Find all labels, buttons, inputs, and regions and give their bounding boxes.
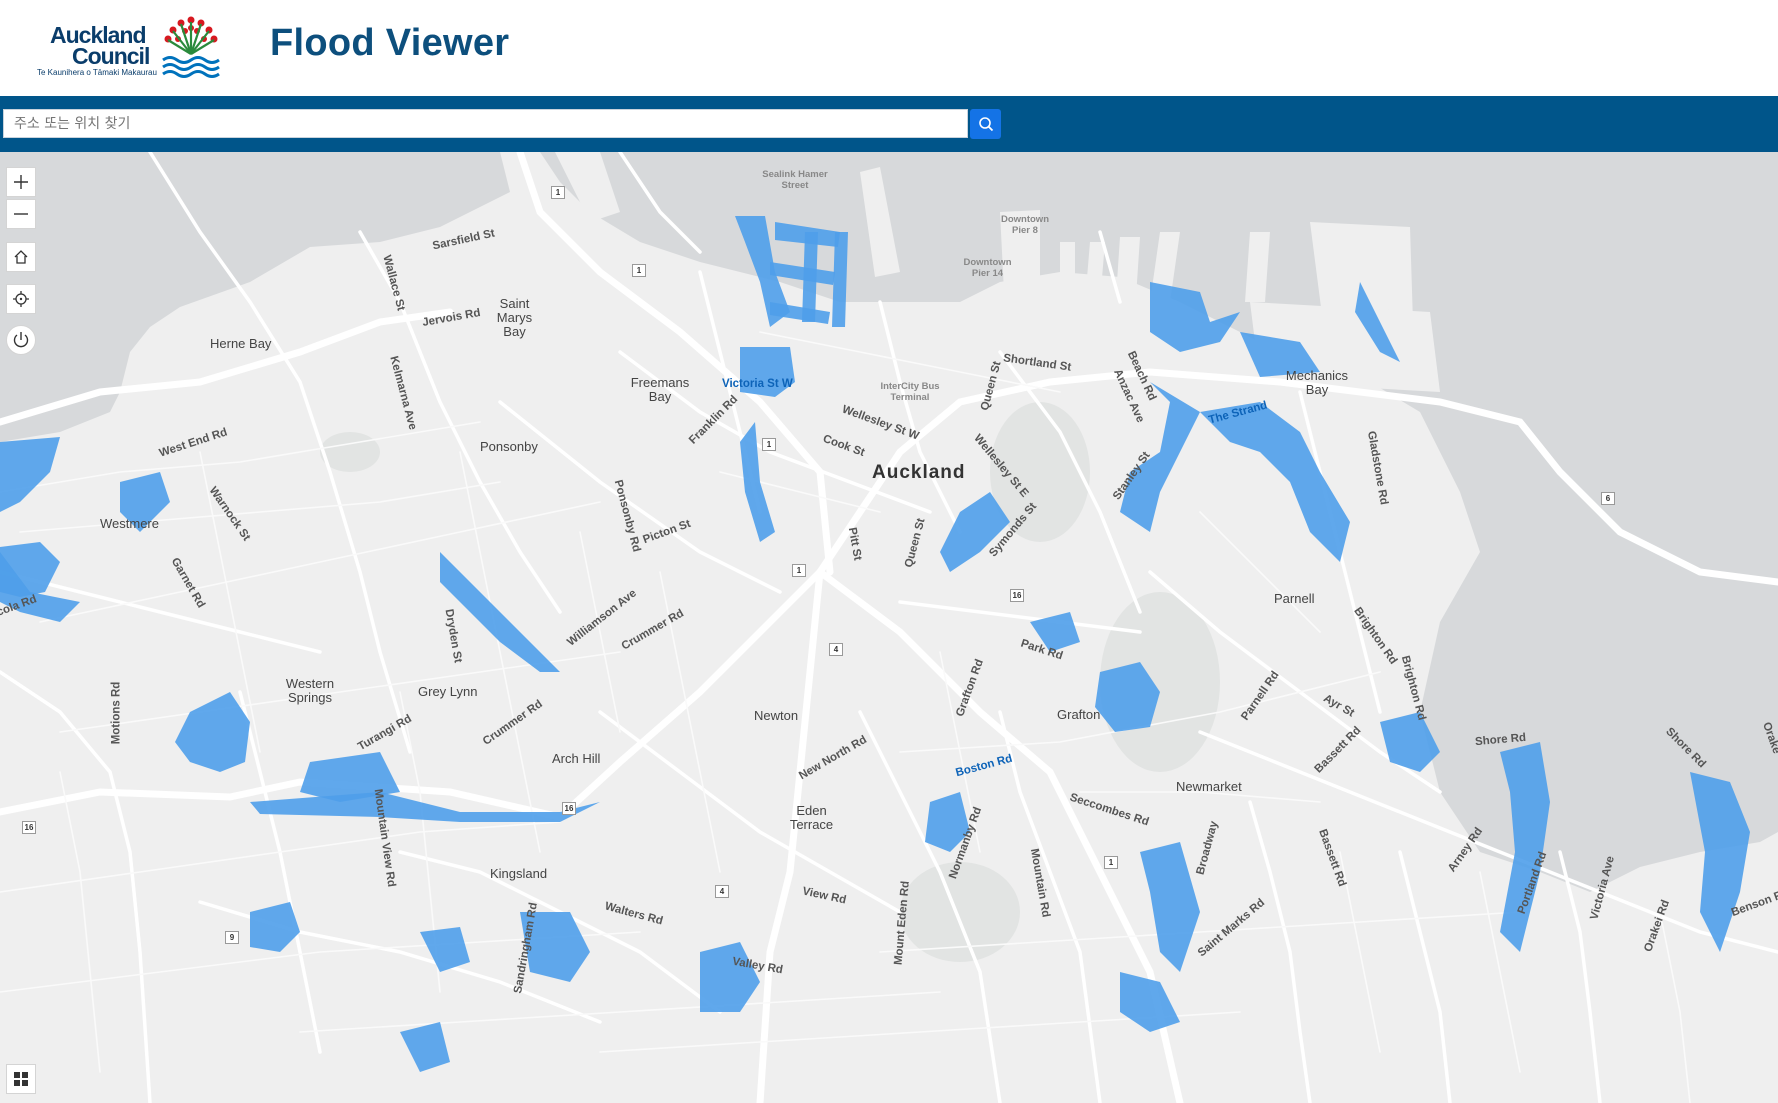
app-header: Auckland Council Te Kaunihera o Tāmaki M… bbox=[0, 0, 1778, 96]
logo-tagline: Te Kaunihera o Tāmaki Makaurau bbox=[37, 68, 157, 77]
zoom-out-button[interactable] bbox=[6, 199, 36, 229]
minus-icon bbox=[14, 213, 28, 215]
pohutukawa-icon bbox=[162, 16, 220, 78]
logo-text-council: Council bbox=[72, 43, 150, 69]
basemap-gallery-button[interactable] bbox=[6, 1064, 36, 1094]
search-icon bbox=[978, 117, 993, 132]
suburb-label: Western Springs bbox=[285, 676, 335, 705]
suburb-label: Saint Marys Bay bbox=[496, 296, 533, 339]
route-shield: 16 bbox=[562, 802, 576, 815]
city-label: Auckland bbox=[872, 462, 966, 483]
power-button[interactable] bbox=[6, 325, 36, 355]
auckland-council-logo[interactable]: Auckland Council Te Kaunihera o Tāmaki M… bbox=[36, 14, 221, 80]
route-shield: 1 bbox=[551, 186, 565, 199]
parks bbox=[320, 402, 1220, 962]
suburb-label: Kingsland bbox=[490, 866, 548, 881]
locate-icon bbox=[13, 291, 29, 307]
map-view[interactable]: Auckland Herne Bay Saint Marys Bay Freem… bbox=[0, 152, 1778, 1103]
poi-label: InterCity Bus Terminal bbox=[880, 381, 940, 403]
locate-button[interactable] bbox=[6, 284, 36, 314]
poi-label: Downtown Pier 14 bbox=[963, 257, 1012, 279]
route-shield: 1 bbox=[762, 438, 776, 451]
search-input[interactable] bbox=[3, 109, 968, 138]
road-label: Motions Rd bbox=[110, 681, 123, 745]
grid-icon bbox=[14, 1072, 28, 1086]
suburb-label: Ponsonby bbox=[480, 439, 538, 454]
home-icon bbox=[14, 250, 28, 264]
map-canvas bbox=[0, 152, 1778, 1103]
route-shield: 16 bbox=[1010, 589, 1024, 602]
suburb-label: Arch Hill bbox=[552, 751, 601, 766]
zoom-in-button[interactable] bbox=[6, 167, 36, 197]
route-shield: 16 bbox=[22, 821, 36, 834]
road-label: Victoria St W bbox=[722, 378, 793, 390]
poi-label: Downtown Pier 8 bbox=[1000, 214, 1049, 236]
route-shield: 1 bbox=[1104, 856, 1118, 869]
suburb-label: Newmarket bbox=[1176, 779, 1242, 794]
suburb-label: Westmere bbox=[100, 516, 159, 531]
route-shield: 4 bbox=[829, 643, 843, 656]
plus-icon bbox=[14, 175, 28, 189]
route-shield: 1 bbox=[792, 564, 806, 577]
route-shield: 4 bbox=[715, 885, 729, 898]
suburb-label: Herne Bay bbox=[210, 336, 272, 351]
suburb-label: Newton bbox=[754, 708, 799, 723]
suburb-label: Freemans Bay bbox=[630, 375, 690, 404]
suburb-label: Parnell bbox=[1274, 591, 1315, 606]
suburb-label: Eden Terrace bbox=[789, 803, 834, 832]
route-shield: 6 bbox=[1601, 492, 1615, 505]
search-bar bbox=[0, 96, 1778, 152]
search-button[interactable] bbox=[970, 109, 1001, 139]
poi-label: Sealink Hamer Street bbox=[762, 169, 828, 191]
route-shield: 1 bbox=[632, 264, 646, 277]
suburb-label: Grafton bbox=[1057, 707, 1101, 722]
suburb-label: Grey Lynn bbox=[418, 684, 478, 699]
suburb-label: Mechanics Bay bbox=[1285, 368, 1349, 397]
app-title: Flood Viewer bbox=[270, 22, 510, 64]
route-shield: 9 bbox=[225, 931, 239, 944]
home-button[interactable] bbox=[6, 242, 36, 272]
power-icon bbox=[13, 332, 29, 348]
